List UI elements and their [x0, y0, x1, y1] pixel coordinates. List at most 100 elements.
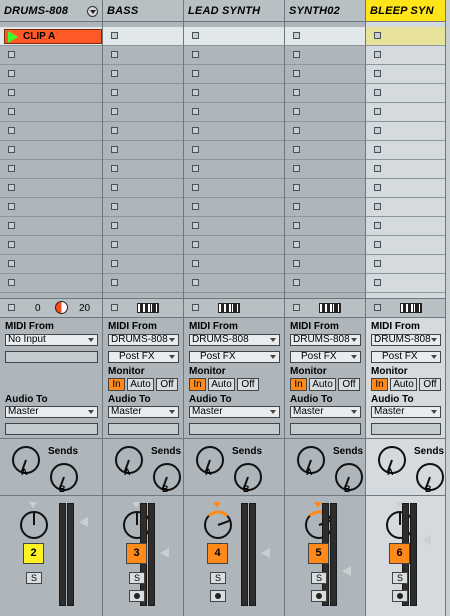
clip-stop-button-icon[interactable] [293, 279, 300, 286]
clip-slot[interactable] [184, 255, 284, 274]
clip-stop-button-icon[interactable] [374, 89, 381, 96]
monitor-auto-button[interactable]: Auto [208, 378, 235, 391]
clip-slot[interactable] [366, 141, 445, 160]
clip-stop-button-icon[interactable] [293, 146, 300, 153]
monitor-auto-button[interactable]: Auto [390, 378, 417, 391]
clip-slot[interactable] [184, 65, 284, 84]
clip-stop-button-icon[interactable] [8, 222, 15, 229]
midi-channel-field[interactable] [5, 351, 98, 363]
clip-slot[interactable] [285, 65, 365, 84]
clip-stop-button-icon[interactable] [192, 89, 199, 96]
clip-slot[interactable] [366, 274, 445, 293]
clip-slot[interactable] [0, 46, 102, 65]
clip-slot[interactable] [103, 65, 183, 84]
track-header[interactable]: DRUMS-808 [0, 0, 102, 22]
audio-to-select[interactable]: Master [189, 406, 280, 418]
clip-slot[interactable] [285, 141, 365, 160]
clip-slot[interactable] [184, 84, 284, 103]
clip-slot[interactable] [0, 198, 102, 217]
track-activator-button[interactable]: 6 [389, 543, 410, 564]
volume-knob[interactable] [18, 509, 50, 541]
clip-slot[interactable] [366, 103, 445, 122]
monitor-in-button[interactable]: In [189, 378, 206, 391]
clip-slot[interactable] [0, 84, 102, 103]
post-fx-select[interactable]: Post FX [189, 351, 280, 363]
clip-slot[interactable] [0, 179, 102, 198]
clip-stop-button-icon[interactable] [374, 260, 381, 267]
audio-channel-field[interactable] [108, 423, 179, 435]
pan-dial-icon[interactable] [55, 301, 68, 314]
solo-button[interactable]: S [311, 572, 327, 584]
clip-stop-button-icon[interactable] [293, 32, 300, 39]
volume-fader-handle-icon[interactable] [79, 517, 88, 527]
clip-stop-button-icon[interactable] [8, 241, 15, 248]
clip-slot[interactable] [0, 103, 102, 122]
clip-stop-button-icon[interactable] [374, 222, 381, 229]
monitor-auto-button[interactable]: Auto [127, 378, 154, 391]
clip-slot[interactable] [0, 217, 102, 236]
clip-slot[interactable] [366, 255, 445, 274]
clip-stop-button-icon[interactable] [111, 279, 118, 286]
clip-slot[interactable] [285, 84, 365, 103]
clip-stop-button-icon[interactable] [374, 127, 381, 134]
clip-stop-button-icon[interactable] [192, 222, 199, 229]
clip-stop-button-icon[interactable] [293, 260, 300, 267]
clip-stop-button-icon[interactable] [374, 70, 381, 77]
clip-stop-button-icon[interactable] [111, 222, 118, 229]
clip-stop-button-icon[interactable] [8, 146, 15, 153]
audio-channel-field[interactable] [290, 423, 361, 435]
clip-stop-button-icon[interactable] [111, 70, 118, 77]
post-fx-select[interactable]: Post FX [108, 351, 179, 363]
clip-stop-button-icon[interactable] [111, 32, 118, 39]
clip-slot[interactable] [184, 274, 284, 293]
post-fx-select[interactable]: Post FX [371, 351, 441, 363]
clip-slot[interactable] [0, 160, 102, 179]
clip-slot[interactable] [103, 255, 183, 274]
audio-to-select[interactable]: Master [108, 406, 179, 418]
clip-slot[interactable] [0, 255, 102, 274]
clip-stop-button-icon[interactable] [293, 165, 300, 172]
clip-stop-button-icon[interactable] [374, 165, 381, 172]
clip-stop-button-icon[interactable] [8, 89, 15, 96]
clip-slot[interactable] [285, 236, 365, 255]
midi-from-select[interactable]: DRUMS-808 [108, 334, 179, 346]
clip-stop-button-icon[interactable] [111, 241, 118, 248]
clip-stop-button-icon[interactable] [293, 241, 300, 248]
clip-slot[interactable] [366, 46, 445, 65]
clip-slot[interactable] [366, 27, 445, 46]
audio-channel-field[interactable] [5, 423, 98, 435]
clip-stop-button-icon[interactable] [374, 203, 381, 210]
clip-stop-button-icon[interactable] [8, 127, 15, 134]
audio-to-select[interactable]: Master [5, 406, 98, 418]
clip-slot[interactable] [366, 179, 445, 198]
clip-slot[interactable] [184, 217, 284, 236]
track-header[interactable]: SYNTH02 [285, 0, 365, 22]
monitor-auto-button[interactable]: Auto [309, 378, 336, 391]
clip-stop-button-icon[interactable] [374, 51, 381, 58]
piano-keys-icon[interactable] [319, 303, 341, 313]
track-activator-button[interactable]: 3 [126, 543, 147, 564]
volume-fader-handle-icon[interactable] [422, 535, 431, 545]
clip-slot[interactable] [103, 274, 183, 293]
track-header[interactable]: BASS [103, 0, 183, 22]
clip-stop-button-icon[interactable] [374, 32, 381, 39]
clip-stop-button-icon[interactable] [374, 184, 381, 191]
clip-stop-button-icon[interactable] [111, 184, 118, 191]
clip-slot[interactable] [285, 198, 365, 217]
clip-slot[interactable] [0, 236, 102, 255]
volume-fader-handle-icon[interactable] [342, 566, 351, 576]
solo-button[interactable]: S [26, 572, 42, 584]
clip-slot[interactable] [285, 122, 365, 141]
clip-slot[interactable] [103, 141, 183, 160]
clip-stop-button-icon[interactable] [8, 70, 15, 77]
monitor-in-button[interactable]: In [371, 378, 388, 391]
track-header[interactable]: LEAD SYNTH [184, 0, 284, 22]
monitor-off-button[interactable]: Off [156, 378, 178, 391]
clip-slot[interactable] [184, 46, 284, 65]
clip-slot[interactable] [103, 217, 183, 236]
monitor-off-button[interactable]: Off [237, 378, 259, 391]
clip-stop-button-icon[interactable] [8, 51, 15, 58]
arm-record-button-icon[interactable] [210, 590, 226, 602]
clip-slot[interactable] [366, 160, 445, 179]
clip-slot[interactable] [184, 141, 284, 160]
